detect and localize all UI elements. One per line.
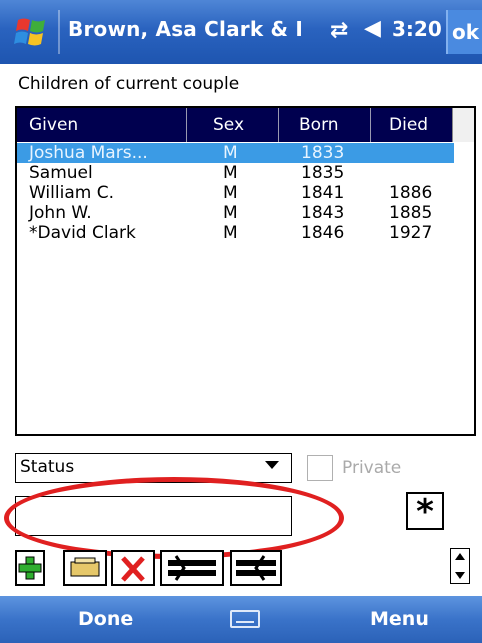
cell-given: Samuel — [29, 163, 93, 183]
edit-icon — [70, 557, 100, 577]
ok-button[interactable]: ok — [446, 10, 482, 54]
table-row[interactable]: *David Clark M 1846 1927 — [17, 223, 454, 243]
column-header-born[interactable]: Born — [279, 108, 371, 142]
cell-born: 1833 — [301, 143, 345, 163]
column-header-died[interactable]: Died — [371, 108, 454, 142]
cell-born: 1843 — [301, 203, 345, 223]
cell-died: 1886 — [389, 183, 433, 203]
chevron-down-icon[interactable] — [265, 461, 279, 469]
table-row[interactable]: Joshua Mars... M 1833 — [17, 143, 454, 163]
soft-key-bar: Done Menu — [0, 596, 482, 643]
status-dropdown[interactable]: Status — [15, 453, 292, 483]
asterisk-button[interactable]: * — [406, 492, 444, 530]
keyboard-icon[interactable] — [230, 610, 260, 628]
cell-sex: M — [223, 163, 238, 183]
move-left-icon — [168, 555, 216, 581]
edit-button[interactable] — [63, 550, 107, 586]
private-label: Private — [342, 458, 402, 478]
column-header-sex[interactable]: Sex — [187, 108, 279, 142]
status-text-field[interactable] — [15, 496, 292, 536]
cell-given: John W. — [29, 203, 92, 223]
status-selected-value: Status — [20, 457, 75, 477]
scroll-spinner[interactable] — [450, 548, 470, 584]
add-icon — [18, 556, 42, 580]
list-rows: Joshua Mars... M 1833 Samuel M 1835 Will… — [17, 143, 454, 243]
title-separator — [58, 10, 60, 54]
done-softkey[interactable]: Done — [78, 608, 133, 630]
move-right-button[interactable] — [230, 550, 282, 586]
children-list[interactable]: Given Sex Born Died Joshua Mars... M 183… — [15, 106, 476, 436]
title-bar: Brown, Asa Clark & I ⇄ ◀︎ 3:20 ok — [0, 0, 482, 64]
clock[interactable]: 3:20 — [392, 17, 442, 41]
move-right-icon — [236, 555, 276, 581]
cell-given: *David Clark — [29, 223, 136, 243]
delete-button[interactable] — [111, 550, 155, 586]
arrow-down-icon[interactable] — [455, 572, 465, 579]
cell-sex: M — [223, 183, 238, 203]
move-left-button[interactable] — [160, 550, 224, 586]
table-row[interactable]: John W. M 1843 1885 — [17, 203, 454, 223]
menu-softkey[interactable]: Menu — [370, 608, 429, 630]
cell-sex: M — [223, 223, 238, 243]
cell-born: 1841 — [301, 183, 345, 203]
delete-icon — [121, 556, 145, 582]
windows-start-icon[interactable] — [12, 14, 52, 50]
private-checkbox[interactable] — [307, 455, 333, 481]
column-header-given[interactable]: Given — [17, 108, 187, 142]
window-title: Brown, Asa Clark & I — [68, 17, 303, 41]
list-header: Given Sex Born Died — [17, 108, 454, 142]
add-button[interactable] — [15, 550, 45, 586]
volume-icon[interactable]: ◀︎ — [364, 16, 381, 41]
arrow-up-icon[interactable] — [455, 553, 465, 560]
list-scrollbar[interactable] — [452, 108, 474, 142]
cell-sex: M — [223, 203, 238, 223]
table-row[interactable]: Samuel M 1835 — [17, 163, 454, 183]
cell-given: William C. — [29, 183, 114, 203]
connectivity-icon[interactable]: ⇄ — [330, 18, 348, 43]
cell-died: 1885 — [389, 203, 433, 223]
cell-sex: M — [223, 143, 238, 163]
cell-died: 1927 — [389, 223, 433, 243]
cell-given: Joshua Mars... — [29, 143, 148, 163]
table-row[interactable]: William C. M 1841 1886 — [17, 183, 454, 203]
section-label: Children of current couple — [18, 74, 240, 94]
cell-born: 1835 — [301, 163, 345, 183]
cell-born: 1846 — [301, 223, 345, 243]
